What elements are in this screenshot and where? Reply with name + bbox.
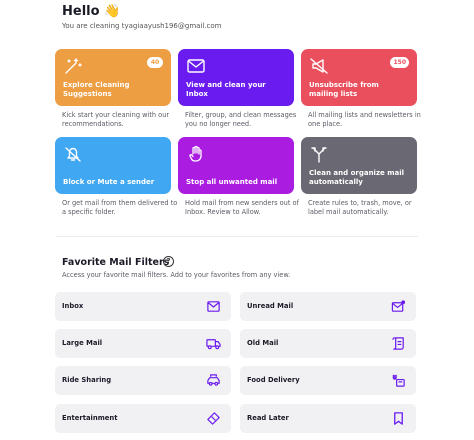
inbox-icon (206, 299, 221, 314)
card-description: Hold mail from new senders out of Inbox.… (185, 199, 299, 216)
filter-inbox[interactable]: Inbox (55, 292, 231, 321)
section-divider (56, 236, 418, 237)
ticket-icon (206, 411, 221, 426)
food-delivery-icon (391, 373, 406, 388)
filter-label: Ride Sharing (62, 376, 112, 384)
rules-split-icon (309, 145, 329, 163)
filter-label: Entertainment (62, 414, 118, 422)
scroll-icon (391, 336, 406, 351)
filter-label: Inbox (62, 302, 84, 310)
card-description: Or get mail from them delivered to a spe… (62, 199, 178, 216)
favorite-filters-subtitle: Access your favorite mail filters. Add t… (62, 271, 291, 279)
card-label: Clean and organize mail automatically (309, 169, 405, 186)
filter-label: Unread Mail (247, 302, 294, 310)
hand-stop-icon (186, 145, 206, 163)
unsubscribe-card[interactable]: 150 Unsubscribe from mailing lists (301, 49, 417, 106)
filter-label: Read Later (247, 414, 289, 422)
filter-entertainment[interactable]: Entertainment (55, 404, 231, 433)
filter-label: Old Mail (247, 339, 279, 347)
card-label: Block or Mute a sender (63, 178, 155, 186)
stop-unwanted-mail-card[interactable]: Stop all unwanted mail (178, 137, 294, 194)
envelope-icon (186, 57, 206, 75)
filter-ride-sharing[interactable]: Ride Sharing (55, 366, 231, 395)
favorite-filters-title: Favorite Mail Filters (62, 257, 170, 268)
mailing-lists-count-badge: 150 (390, 57, 409, 68)
card-description: Filter, group, and clean messages you no… (185, 111, 297, 128)
card-label: Unsubscribe from mailing lists (309, 81, 379, 98)
filter-read-later[interactable]: Read Later (240, 404, 416, 433)
muted-megaphone-icon (309, 57, 329, 75)
card-label: Stop all unwanted mail (186, 178, 278, 186)
muted-bell-icon (63, 145, 83, 163)
view-inbox-card[interactable]: View and clean your Inbox (178, 49, 294, 106)
suggestions-count-badge: 40 (147, 57, 163, 68)
help-icon[interactable]: ? (163, 256, 174, 267)
explore-suggestions-card[interactable]: 40 Explore Cleaning Suggestions (55, 49, 171, 106)
filter-label: Large Mail (62, 339, 103, 347)
car-icon (206, 373, 221, 388)
truck-icon (206, 336, 221, 351)
block-sender-card[interactable]: Block or Mute a sender (55, 137, 171, 194)
filter-unread-mail[interactable]: Unread Mail (240, 292, 416, 321)
greeting-title: Hello 👋 (62, 4, 121, 19)
card-description: Kick start your cleaning with our recomm… (62, 111, 170, 128)
account-subtitle: You are cleaning tyagiaayush196@gmail.co… (62, 22, 222, 30)
unread-mail-icon (391, 299, 406, 314)
card-description: All mailing lists and newsletters in one… (308, 111, 421, 128)
card-description: Create rules to, trash, move, or label m… (308, 199, 412, 216)
filter-food-delivery[interactable]: Food Delivery (240, 366, 416, 395)
card-label: Explore Cleaning Suggestions (63, 81, 130, 98)
bookmark-icon (391, 411, 406, 426)
auto-organize-card[interactable]: Clean and organize mail automatically (301, 137, 417, 194)
filter-large-mail[interactable]: Large Mail (55, 329, 231, 358)
filter-old-mail[interactable]: Old Mail (240, 329, 416, 358)
filter-label: Food Delivery (247, 376, 300, 384)
card-label: View and clean your Inbox (186, 81, 266, 98)
magic-wand-icon (63, 57, 83, 75)
